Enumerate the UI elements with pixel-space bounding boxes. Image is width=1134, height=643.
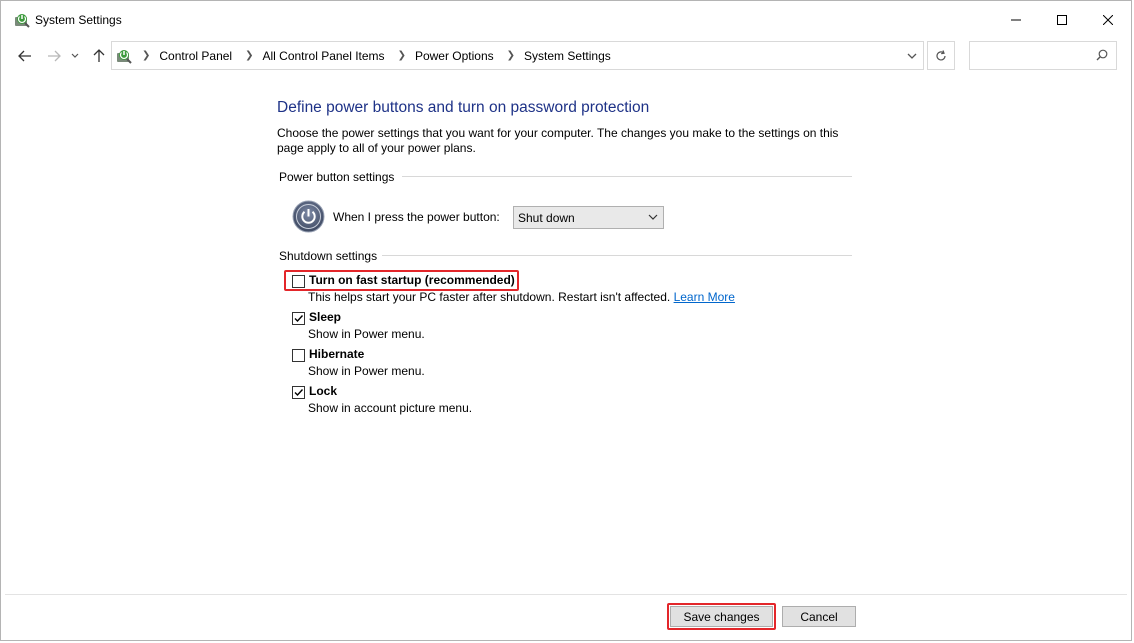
hibernate-checkbox[interactable]: [292, 349, 305, 362]
power-button-settings-label: Power button settings: [279, 170, 395, 184]
close-icon: [1103, 15, 1113, 25]
shutdown-settings-label: Shutdown settings: [279, 249, 378, 263]
cancel-button[interactable]: Cancel: [782, 606, 856, 627]
back-button[interactable]: [15, 45, 35, 67]
learn-more-link[interactable]: Learn More: [674, 290, 735, 304]
close-button[interactable]: [1085, 1, 1131, 39]
chevron-down-icon: [648, 214, 658, 220]
fast-startup-highlight: [284, 270, 519, 291]
lock-label[interactable]: Lock: [309, 384, 337, 398]
hibernate-description: Show in Power menu.: [308, 364, 425, 378]
maximize-button[interactable]: [1039, 1, 1085, 39]
footer-divider: [5, 594, 1127, 595]
address-bar[interactable]: ❯ Control Panel ❯ All Control Panel Item…: [111, 41, 924, 70]
chevron-right-icon[interactable]: ❯: [245, 50, 253, 61]
forward-button[interactable]: [44, 45, 64, 67]
lock-checkbox[interactable]: [292, 386, 305, 399]
chevron-right-icon[interactable]: ❯: [142, 50, 150, 61]
page-description: Choose the power settings that you want …: [277, 126, 839, 155]
power-options-icon: [15, 14, 30, 28]
breadcrumb-power-options[interactable]: Power Options: [415, 49, 494, 63]
title-bar[interactable]: System Settings: [1, 1, 1131, 39]
minimize-icon: [1011, 19, 1021, 21]
divider: [382, 255, 852, 256]
save-changes-highlight: [667, 603, 776, 630]
lock-description: Show in account picture menu.: [308, 401, 473, 415]
power-options-icon: [117, 50, 132, 64]
refresh-button[interactable]: [927, 41, 955, 70]
arrow-left-icon: [18, 50, 31, 62]
sleep-label[interactable]: Sleep: [309, 310, 341, 324]
sleep-description: Show in Power menu.: [308, 327, 425, 341]
up-button[interactable]: [89, 45, 109, 67]
window-title: System Settings: [35, 13, 122, 27]
chevron-down-icon: [71, 53, 79, 58]
sleep-checkbox[interactable]: [292, 312, 305, 325]
power-button-action-select[interactable]: Shut down: [513, 206, 664, 229]
chevron-down-icon[interactable]: [905, 49, 919, 63]
divider: [402, 176, 852, 177]
fast-startup-description: This helps start your PC faster after sh…: [308, 290, 735, 304]
breadcrumb-system-settings[interactable]: System Settings: [524, 49, 611, 63]
breadcrumb: ❯ Control Panel ❯ All Control Panel Item…: [136, 42, 611, 69]
breadcrumb-all-items[interactable]: All Control Panel Items: [263, 49, 385, 63]
chevron-right-icon[interactable]: ❯: [507, 50, 515, 61]
search-box[interactable]: [969, 41, 1117, 70]
maximize-icon: [1057, 15, 1067, 25]
search-icon: [1096, 49, 1108, 61]
arrow-right-icon: [48, 50, 61, 62]
hibernate-label[interactable]: Hibernate: [309, 347, 364, 361]
power-button-icon: [292, 200, 325, 233]
recent-locations-button[interactable]: [68, 45, 82, 67]
refresh-icon: [936, 49, 946, 60]
chevron-right-icon[interactable]: ❯: [398, 50, 406, 61]
arrow-up-icon: [93, 49, 105, 62]
system-settings-window: System Settings ❯ Control Panel ❯ All Co…: [0, 0, 1132, 641]
search-input[interactable]: [976, 47, 1090, 65]
page-title: Define power buttons and turn on passwor…: [277, 99, 650, 116]
fast-startup-description-text: This helps start your PC faster after sh…: [308, 290, 671, 304]
power-button-label: When I press the power button:: [333, 210, 500, 224]
minimize-button[interactable]: [993, 1, 1039, 39]
power-button-action-value: Shut down: [518, 211, 575, 225]
checkmark-icon: [294, 315, 304, 323]
checkmark-icon: [294, 389, 304, 397]
breadcrumb-control-panel[interactable]: Control Panel: [159, 49, 232, 63]
